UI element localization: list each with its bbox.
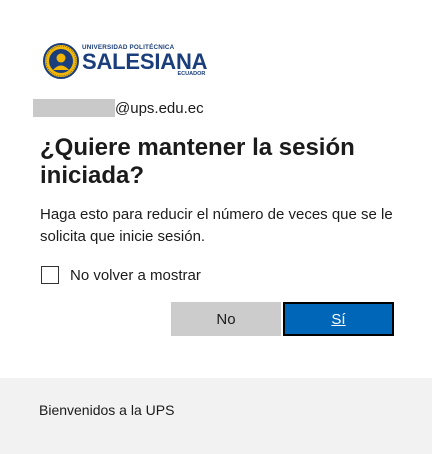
account-domain: @ups.edu.ec [115,99,204,117]
yes-button[interactable]: Sí [283,302,394,336]
dont-show-again-label[interactable]: No volver a mostrar [70,267,201,284]
redacted-username [33,99,115,117]
dont-show-again-checkbox[interactable] [41,266,59,284]
signin-card: UNIVERSIDAD POLITÉCNICA SALESIANA ECUADO… [0,0,432,378]
logo-wordmark: UNIVERSIDAD POLITÉCNICA SALESIANA ECUADO… [82,44,208,78]
footer-text: Bienvenidos a la UPS [39,402,175,418]
logo-name-text: SALESIANA [82,48,208,74]
account-identity: @ups.edu.ec [33,97,204,119]
prompt-description: Haga esto para reducir el número de vece… [40,206,393,245]
logo-country-text: ECUADOR [177,70,206,77]
page-title: ¿Quiere mantener la sesión iniciada? [40,134,355,189]
ups-emblem-icon [43,43,79,79]
footer-bar: Bienvenidos a la UPS [0,378,432,454]
dont-show-again-checkbox-row[interactable]: No volver a mostrar [41,266,201,284]
ups-logo: UNIVERSIDAD POLITÉCNICA SALESIANA ECUADO… [43,42,208,80]
no-button[interactable]: No [171,302,281,336]
